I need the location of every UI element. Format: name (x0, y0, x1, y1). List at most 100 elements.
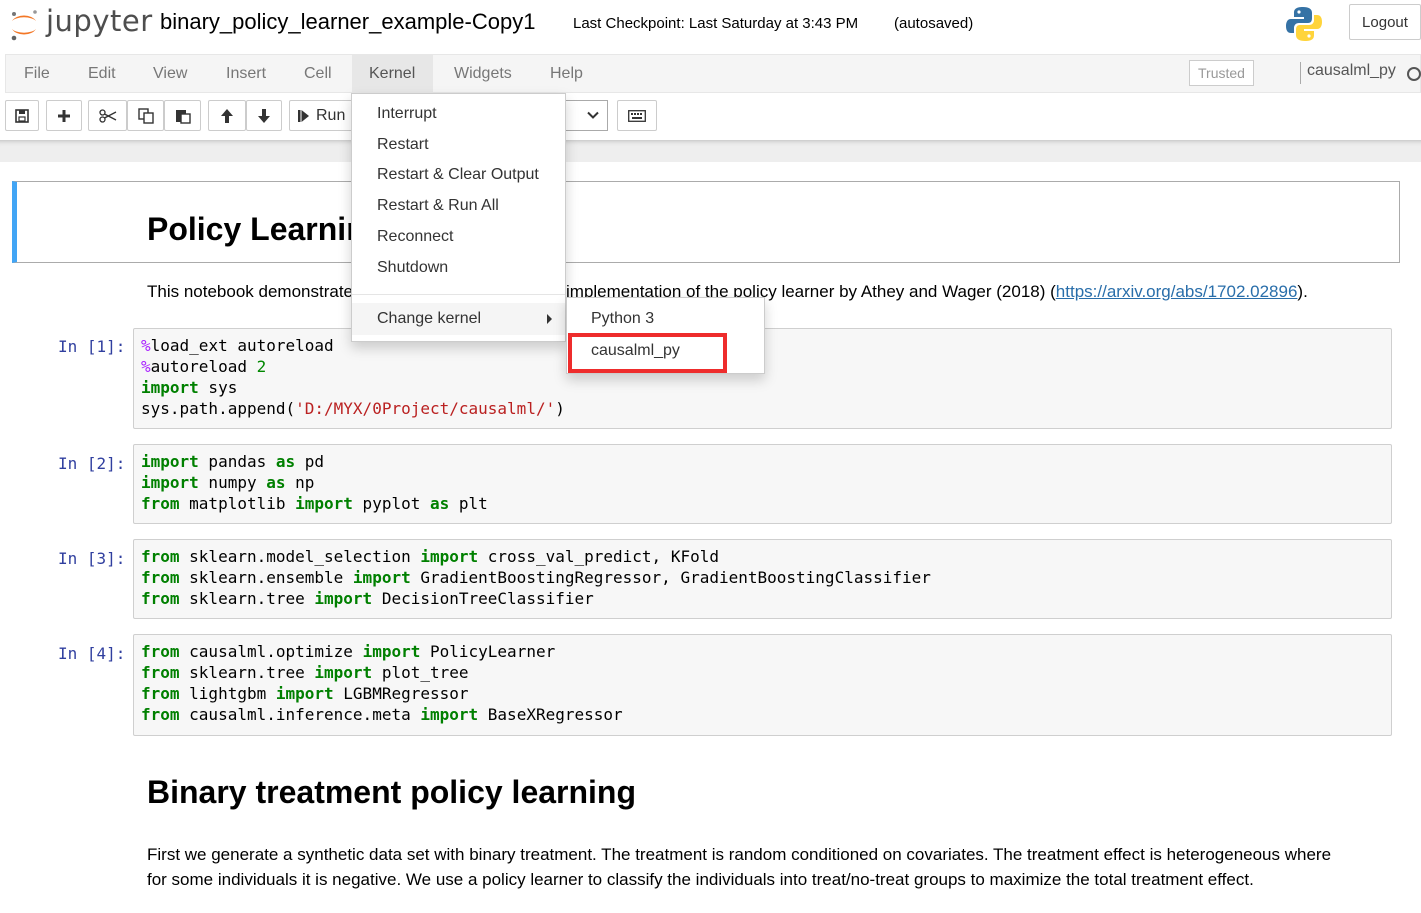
command-palette-button[interactable] (617, 100, 657, 131)
plus-icon (58, 109, 70, 122)
header: jupyter binary_policy_learner_example-Co… (0, 0, 1421, 52)
code-line: from sklearn.tree import plot_tree (141, 663, 469, 682)
kernel-menu-interrupt[interactable]: Interrupt (377, 105, 437, 123)
kernel-menu-reconnect[interactable]: Reconnect (377, 228, 454, 246)
code-token: import (141, 473, 199, 492)
code-token: % (141, 336, 151, 355)
move-up-button[interactable] (208, 100, 246, 131)
toolbar-separator (0, 140, 1421, 162)
code-token: from (141, 568, 180, 587)
cell-type-select[interactable] (566, 100, 608, 131)
code-token: from (141, 663, 180, 682)
code-line: import pandas as pd (141, 452, 325, 471)
menu-view[interactable]: View (136, 54, 204, 93)
jupyter-logo-icon[interactable] (8, 6, 40, 44)
cut-button[interactable] (88, 100, 127, 131)
run-label: Run (316, 106, 346, 124)
python-logo-icon (1286, 7, 1322, 41)
code-token: from (141, 589, 180, 608)
code-cell-3[interactable]: from sklearn.model_selection import cros… (133, 539, 1392, 619)
scissors-icon (98, 108, 116, 123)
run-button[interactable]: Run (289, 100, 353, 131)
code-token: from (141, 547, 180, 566)
section-heading: Binary treatment policy learning (147, 774, 637, 810)
save-icon (15, 108, 29, 123)
notebook-title-heading: Policy Learning (147, 211, 386, 247)
menu-insert[interactable]: Insert (209, 54, 283, 93)
code-line: from sklearn.tree import DecisionTreeCla… (141, 589, 594, 608)
menu-help[interactable]: Help (533, 54, 600, 93)
code-cell-4[interactable]: from causalml.optimize import PolicyLear… (133, 634, 1392, 736)
trusted-badge[interactable]: Trusted (1189, 60, 1254, 86)
copy-button[interactable] (127, 100, 164, 131)
kernel-option-python3[interactable]: Python 3 (591, 310, 654, 328)
chevron-down-icon (587, 111, 599, 119)
code-token: import (295, 494, 353, 513)
jupyter-logo-text[interactable]: jupyter (46, 4, 153, 38)
kernel-idle-icon (1407, 67, 1421, 81)
save-button[interactable] (5, 100, 39, 131)
menu-widgets[interactable]: Widgets (437, 54, 529, 93)
menu-divider (352, 294, 565, 295)
code-line: from matplotlib import pyplot as plt (141, 494, 488, 513)
code-token: 'D:/MYX/0Project/causalml/' (295, 399, 556, 418)
keyboard-icon (628, 109, 646, 122)
code-line: from causalml.inference.meta import Base… (141, 705, 623, 724)
kernel-menu-restart-run-all[interactable]: Restart & Run All (377, 197, 499, 215)
code-line: from lightgbm import LGBMRegressor (141, 684, 469, 703)
code-token: import (352, 568, 411, 587)
arxiv-link[interactable]: https://arxiv.org/abs/1702.02896 (1056, 282, 1298, 301)
logout-button[interactable]: Logout (1349, 4, 1421, 40)
code-token: as (429, 494, 450, 513)
section-paragraph-line-2: for some individuals it is negative. We … (147, 870, 1254, 889)
code-line: from causalml.optimize import PolicyLear… (141, 642, 556, 661)
code-token: import (275, 684, 334, 703)
step-forward-icon (298, 109, 309, 122)
menu-cell[interactable]: Cell (287, 54, 349, 93)
code-token: 2 (256, 357, 267, 376)
notebook-name[interactable]: binary_policy_learner_example-Copy1 (160, 9, 535, 35)
annotation-highlight-box (568, 333, 727, 373)
menu-edit[interactable]: Edit (71, 54, 133, 93)
code-token: import (420, 705, 479, 724)
code-line: sys.path.append('D:/MYX/0Project/causalm… (141, 399, 565, 418)
code-line: import numpy as np (141, 473, 315, 492)
code-token: as (275, 452, 296, 471)
code-token: import (314, 663, 373, 682)
code-token: as (266, 473, 286, 492)
code-line: from sklearn.model_selection import cros… (141, 547, 719, 566)
copy-icon (137, 107, 154, 124)
kernel-menu-restart[interactable]: Restart (377, 136, 429, 154)
move-down-button[interactable] (246, 100, 282, 131)
cell-prompt: In [4]: (58, 644, 126, 663)
code-token: import (362, 642, 421, 661)
cell-prompt: In [3]: (58, 549, 126, 568)
code-token: from (141, 684, 180, 703)
kernel-name-indicator[interactable]: causalml_py (1300, 62, 1396, 84)
cell-prompt: In [1]: (58, 337, 126, 356)
menu-file[interactable]: File (7, 54, 67, 93)
menu-kernel[interactable]: Kernel (352, 54, 433, 93)
intro-text-left: This notebook demonstrate (147, 282, 354, 301)
arrow-down-icon (258, 108, 270, 123)
code-token: import (420, 547, 479, 566)
code-cell-2[interactable]: import pandas as pd import numpy as np f… (133, 444, 1392, 524)
kernel-menu-shutdown[interactable]: Shutdown (377, 259, 448, 277)
code-line: from sklearn.ensemble import GradientBoo… (141, 568, 931, 587)
kernel-menu-change-kernel[interactable]: Change kernel (377, 310, 481, 328)
arrow-up-icon (221, 108, 233, 123)
paste-button[interactable] (164, 100, 201, 131)
caret-right-icon (547, 314, 552, 324)
section-paragraph-line-1: First we generate a synthetic data set w… (147, 845, 1332, 864)
cell-prompt: In [2]: (58, 454, 126, 473)
intro-text-end: ). (1297, 282, 1308, 301)
code-token: import (314, 589, 373, 608)
paste-icon (175, 109, 191, 124)
code-token: % (141, 357, 151, 376)
insert-cell-button[interactable] (46, 100, 82, 131)
code-token: from (141, 705, 180, 724)
kernel-menu-restart-clear[interactable]: Restart & Clear Output (377, 166, 539, 184)
code-token: from (141, 642, 180, 661)
code-token: import (141, 452, 199, 471)
code-token: from (141, 494, 180, 513)
